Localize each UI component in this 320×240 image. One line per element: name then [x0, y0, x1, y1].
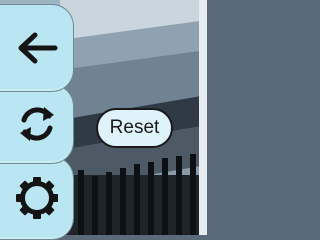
settings-button[interactable] — [0, 156, 74, 240]
reset-button[interactable]: Reset — [96, 108, 173, 148]
refresh-icon — [15, 102, 59, 146]
reset-button-label: Reset — [109, 117, 160, 138]
gear-icon — [14, 175, 60, 221]
side-toolbar — [0, 0, 78, 240]
arrow-left-icon — [15, 30, 59, 66]
refresh-button[interactable] — [0, 84, 74, 164]
back-button[interactable] — [0, 4, 74, 92]
